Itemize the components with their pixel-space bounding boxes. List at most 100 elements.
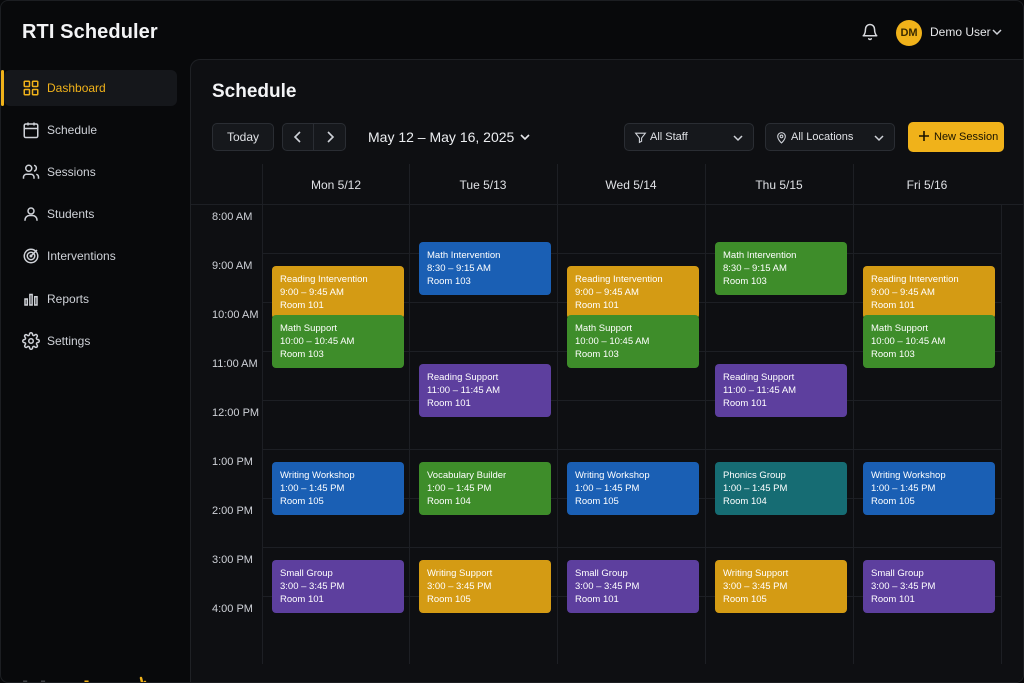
event-room: Room 101 — [871, 594, 915, 605]
location-filter-select[interactable]: All Locations — [765, 123, 895, 151]
time-label: 2:00 PM — [212, 505, 253, 517]
session-event[interactable]: Small Group 3:00 – 3:45 PM Room 101 — [863, 560, 995, 613]
grid-line — [262, 253, 1002, 254]
day-header: Tue 5/13 — [459, 178, 507, 192]
brand-logo-part: blog — [21, 676, 83, 682]
session-event[interactable]: Reading Intervention 9:00 – 9:45 AM Room 1… — [567, 266, 699, 319]
event-title: Math Support — [575, 323, 633, 334]
sidebar-item-label: Schedule — [47, 123, 98, 137]
day-header: Mon 5/12 — [310, 178, 362, 192]
event-room: Room 101 — [280, 594, 324, 605]
sidebar-item-interventions[interactable]: Interventions — [4, 238, 177, 274]
session-event[interactable]: Writing Workshop 1:00 – 1:45 PM Room 105 — [567, 462, 699, 515]
sidebar-item-label: Dashboard — [47, 81, 106, 95]
event-title: Reading Support — [723, 372, 795, 383]
event-time: 1:00 – 1:45 PM — [871, 483, 936, 494]
today-button[interactable]: Today — [212, 123, 274, 151]
calendar-icon — [23, 122, 39, 139]
app-window: RTI Scheduler DM Demo User Dashboard Sch… — [0, 0, 1024, 683]
event-title: Math Support — [280, 323, 338, 334]
event-time: 3:00 – 3:45 PM — [575, 581, 640, 592]
event-title: Vocabulary Builder — [427, 470, 507, 481]
main-panel: Schedule Today May 12 – May 16, 2025 All… — [190, 59, 1023, 682]
grid-line — [262, 449, 1002, 450]
sidebar-item-dashboard[interactable]: Dashboard — [1, 70, 177, 106]
avatar[interactable]: DM — [896, 20, 922, 46]
event-time: 3:00 – 3:45 PM — [427, 581, 492, 592]
event-title: Small Group — [280, 568, 333, 579]
chevron-down-icon[interactable] — [992, 28, 1002, 36]
grid-line — [853, 164, 854, 664]
session-event[interactable]: Vocabulary Builder 1:00 – 1:45 PM Room 104 — [419, 462, 551, 515]
filter-icon — [634, 132, 647, 144]
date-range-picker[interactable]: May 12 – May 16, 2025 — [368, 129, 514, 145]
session-event[interactable]: Writing Support 3:00 – 3:45 PM Room 105 — [419, 560, 551, 613]
session-event[interactable]: Small Group 3:00 – 3:45 PM Room 101 — [567, 560, 699, 613]
session-event[interactable]: Reading Support 11:00 – 11:45 AM Room 101 — [715, 364, 847, 417]
sidebar-item-label: Sessions — [47, 165, 96, 179]
app-title: RTI Scheduler — [22, 21, 158, 43]
grid-line — [262, 204, 1002, 205]
sidebar-item-students[interactable]: Students — [4, 196, 177, 232]
page-title: Schedule — [212, 81, 297, 102]
session-event[interactable]: Math Intervention 8:30 – 9:15 AM Room 103 — [715, 242, 847, 295]
event-time: 8:30 – 9:15 AM — [723, 263, 787, 274]
session-event[interactable]: Reading Intervention 9:00 – 9:45 AM Room 1… — [863, 266, 995, 319]
bell-icon[interactable] — [861, 23, 879, 41]
event-room: Room 105 — [723, 594, 767, 605]
session-event[interactable]: Math Support 10:00 – 10:45 AM Room 103 — [272, 315, 404, 368]
event-room: Room 101 — [280, 300, 324, 311]
event-time: 1:00 – 1:45 PM — [723, 483, 788, 494]
event-room: Room 101 — [575, 594, 619, 605]
grid-icon — [23, 80, 39, 96]
event-time: 9:00 – 9:45 AM — [871, 287, 935, 298]
event-time: 10:00 – 10:45 AM — [280, 336, 355, 347]
event-room: Room 105 — [427, 594, 471, 605]
session-event[interactable]: Phonics Group 1:00 – 1:45 PM Room 104 — [715, 462, 847, 515]
sidebar-item-reports[interactable]: Reports — [4, 281, 177, 317]
event-room: Room 103 — [280, 349, 324, 360]
brand-logo-part: bee — [82, 676, 133, 682]
session-event[interactable]: Math Support 10:00 – 10:45 AM Room 103 — [567, 315, 699, 368]
target-icon — [23, 248, 39, 264]
event-title: Writing Support — [427, 568, 493, 579]
event-room: Room 105 — [280, 496, 324, 507]
location-filter-label: All Locations — [791, 131, 854, 143]
session-event[interactable]: Math Support 10:00 – 10:45 AM Room 103 — [863, 315, 995, 368]
new-session-button[interactable]: New Session — [908, 122, 1004, 152]
sidebar-item-settings[interactable]: Settings — [4, 323, 177, 359]
sidebar-item-schedule[interactable]: Schedule — [4, 112, 177, 148]
prev-week-button[interactable] — [282, 123, 314, 151]
time-label: 10:00 AM — [212, 309, 259, 321]
session-event[interactable]: Math Intervention 8:30 – 9:15 AM Room 103 — [419, 242, 551, 295]
plus-icon — [919, 131, 929, 141]
sidebar-item-sessions[interactable]: Sessions — [4, 154, 177, 190]
event-time: 3:00 – 3:45 PM — [280, 581, 345, 592]
session-event[interactable]: Reading Support 11:00 – 11:45 AM Room 101 — [419, 364, 551, 417]
session-event[interactable]: Small Group 3:00 – 3:45 PM Room 101 — [272, 560, 404, 613]
session-event[interactable]: Reading Intervention 9:00 – 9:45 AM Room 1… — [272, 266, 404, 319]
top-bar: RTI Scheduler DM Demo User — [1, 1, 1023, 63]
sidebar-item-label: Settings — [47, 334, 91, 348]
session-event[interactable]: Writing Workshop 1:00 – 1:45 PM Room 105 — [272, 462, 404, 515]
grid-line — [262, 400, 1002, 401]
event-time: 11:00 – 11:45 AM — [427, 385, 501, 396]
day-header: Fri 5/16 — [906, 178, 948, 192]
time-label: 1:00 PM — [212, 456, 253, 468]
event-time: 9:00 – 9:45 AM — [575, 287, 639, 298]
event-title: Reading Support — [427, 372, 499, 383]
user-name[interactable]: Demo User — [930, 25, 991, 39]
event-time: 8:30 – 9:15 AM — [427, 263, 491, 274]
event-time: 3:00 – 3:45 PM — [723, 581, 788, 592]
event-room: Room 105 — [871, 496, 915, 507]
event-title: Writing Workshop — [280, 470, 355, 481]
session-event[interactable]: Writing Support 3:00 – 3:45 PM Room 105 — [715, 560, 847, 613]
staff-filter-select[interactable]: All Staff — [624, 123, 754, 151]
sun-rays-icon — [139, 676, 147, 682]
event-title: Phonics Group — [723, 470, 786, 481]
event-time: 10:00 – 10:45 AM — [575, 336, 650, 347]
next-week-button[interactable] — [314, 123, 346, 151]
chevron-down-icon[interactable] — [520, 133, 530, 141]
session-event[interactable]: Writing Workshop 1:00 – 1:45 PM Room 105 — [863, 462, 995, 515]
time-label: 12:00 PM — [212, 407, 260, 419]
